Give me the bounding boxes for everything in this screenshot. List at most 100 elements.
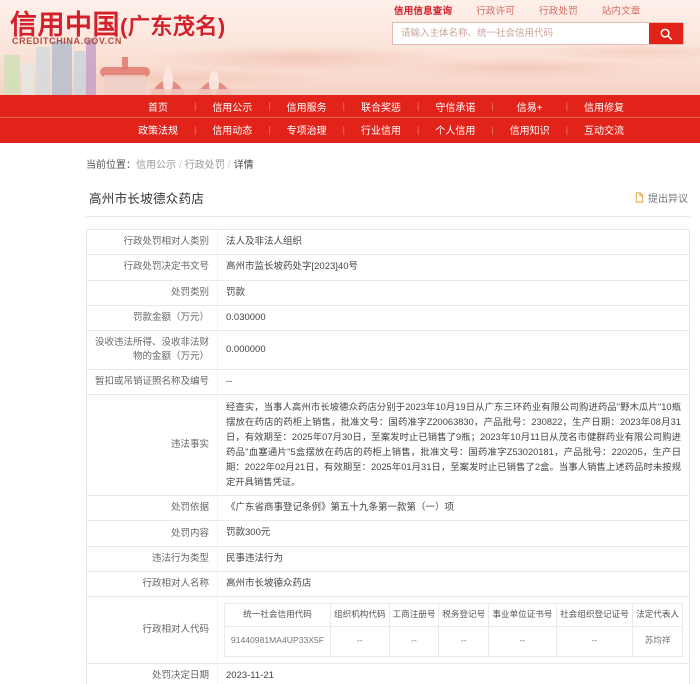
nav-divider: | (482, 125, 502, 135)
nav-divider: | (557, 101, 577, 111)
detail-value: 罚款 (217, 281, 689, 305)
nav-item-industry-credit[interactable]: 行业信用 (354, 122, 408, 137)
detail-row-penalty-basis: 处罚依据 《广东省商事登记条例》第五十九条第一款第（一）项 (87, 496, 689, 521)
detail-label: 处罚类别 (87, 281, 217, 305)
nav-divider: | (259, 101, 279, 111)
nav-divider: | (334, 101, 354, 111)
detail-label: 行政处罚决定书文号 (87, 255, 217, 279)
detail-row-fine-amount: 罚款金额（万元） 0.030000 (87, 306, 689, 331)
document-edit-icon (634, 192, 645, 203)
search-button[interactable] (649, 23, 683, 44)
detail-row-decision-date: 处罚决定日期 2023-11-21 (87, 664, 689, 684)
cell-business-registration-no: -- (389, 626, 439, 656)
main-navigation: 首页| 信用公示| 信用服务| 联合奖惩| 守信承诺| 信易+| 信用修复 政策… (0, 95, 700, 143)
nav-item-home[interactable]: 首页 (131, 99, 185, 114)
detail-label: 违法事实 (87, 395, 217, 495)
raise-objection-button[interactable]: 提出异议 (634, 190, 690, 205)
col-business-registration-no: 工商注册号 (389, 604, 439, 627)
breadcrumb-current: 详情 (234, 160, 254, 171)
nav-row-secondary: 政策法规| 信用动态| 专项治理| 行业信用| 个人信用| 信用知识| 互动交流 (0, 118, 700, 141)
cell-tax-registration-no: -- (439, 626, 489, 656)
detail-value-container: 经查实，当事人高州市长坡德众药店分别于2023年10月19日从广东三环药业有限公… (217, 395, 689, 495)
detail-row-penalty-category: 处罚类别 罚款 (87, 281, 689, 306)
nav-divider: | (185, 125, 205, 135)
detail-value: 《广东省商事登记条例》第五十九条第一款第（一）项 (217, 496, 689, 520)
nav-item-credit-promise[interactable]: 守信承诺 (428, 99, 482, 114)
breadcrumb-item-credit-publicity[interactable]: 信用公示 (136, 160, 176, 171)
detail-row-relative-category: 行政处罚相对人类别 法人及非法人组织 (87, 230, 689, 255)
penalty-detail-table: 行政处罚相对人类别 法人及非法人组织 行政处罚决定书文号 高州市监长坡药处字[2… (86, 229, 690, 684)
page-content: 当前位置：信用公示/行政处罚/详情 高州市长坡德众药店 提出异议 行政处罚相对人… (0, 143, 700, 684)
detail-value: 法人及非法人组织 (217, 230, 689, 254)
nav-divider: | (408, 101, 428, 111)
detail-value: 0.030000 (217, 306, 689, 330)
col-tax-registration-no: 税务登记号 (439, 604, 489, 627)
identity-table-container: 统一社会信用代码 组织机构代码 工商注册号 税务登记号 事业单位证书号 社会组织… (217, 597, 689, 663)
nav-item-credit-knowledge[interactable]: 信用知识 (503, 122, 557, 137)
col-unified-social-credit-code: 统一社会信用代码 (225, 604, 331, 627)
identity-table-header-row: 统一社会信用代码 组织机构代码 工商注册号 税务登记号 事业单位证书号 社会组织… (225, 604, 683, 627)
nav-item-credit-publicity[interactable]: 信用公示 (205, 99, 259, 114)
site-title-region: (广东茂名) (120, 14, 226, 39)
search-box (392, 22, 684, 45)
illegal-facts-text: 经查实，当事人高州市长坡德众药店分别于2023年10月19日从广东三环药业有限公… (226, 400, 681, 490)
nav-item-special-governance[interactable]: 专项治理 (280, 122, 334, 137)
detail-value: -- (217, 370, 689, 394)
nav-divider: | (557, 125, 577, 135)
cell-social-org-registration-no: -- (556, 626, 632, 656)
cell-organization-code: -- (330, 626, 389, 656)
search-tab-site-articles[interactable]: 站内文章 (602, 2, 641, 18)
search-tabs: 信用信息查询 行政许可 行政处罚 站内文章 (392, 2, 684, 18)
breadcrumb-item-admin-penalty[interactable]: 行政处罚 (185, 160, 225, 171)
nav-divider: | (185, 101, 205, 111)
col-legal-representative: 法定代表人 (633, 604, 683, 627)
nav-item-interaction[interactable]: 互动交流 (577, 122, 631, 137)
col-institution-certificate-no: 事业单位证书号 (489, 604, 557, 627)
breadcrumb-separator: / (176, 160, 185, 171)
search-tab-admin-penalty[interactable]: 行政处罚 (539, 2, 578, 18)
cell-institution-certificate-no: -- (489, 626, 557, 656)
identity-table-row: 91440981MA4UP33X5F -- -- -- -- -- 苏均祥 (225, 626, 683, 656)
nav-divider: | (334, 125, 354, 135)
search-tab-credit-info[interactable]: 信用信息查询 (394, 2, 452, 18)
nav-item-credit-plus[interactable]: 信易+ (503, 99, 557, 114)
cell-legal-representative: 苏均祥 (633, 626, 683, 656)
detail-label: 没收违法所得、没收非法财物的金额（万元） (87, 331, 217, 369)
nav-item-policy-regulations[interactable]: 政策法规 (131, 122, 185, 137)
detail-row-relative-codes: 行政相对人代码 统一社会信用代码 组织机构代码 工商注册号 税务登记号 事业单位… (87, 597, 689, 664)
detail-row-violation-type: 违法行为类型 民事违法行为 (87, 547, 689, 572)
nav-item-credit-repair[interactable]: 信用修复 (577, 99, 631, 114)
nav-row-primary: 首页| 信用公示| 信用服务| 联合奖惩| 守信承诺| 信易+| 信用修复 (0, 95, 700, 118)
detail-row-penalty-content: 处罚内容 罚款300元 (87, 521, 689, 546)
search-tab-admin-license[interactable]: 行政许可 (476, 2, 515, 18)
nav-item-credit-news[interactable]: 信用动态 (205, 122, 259, 137)
nav-divider: | (408, 125, 428, 135)
nav-item-joint-rewards[interactable]: 联合奖惩 (354, 99, 408, 114)
site-url: CREDITCHINA.GOV.CN (12, 36, 122, 46)
breadcrumb: 当前位置：信用公示/行政处罚/详情 (0, 143, 700, 182)
detail-value: 罚款300元 (217, 521, 689, 545)
detail-row-illegal-facts: 违法事实 经查实，当事人高州市长坡德众药店分别于2023年10月19日从广东三环… (87, 395, 689, 496)
search-input[interactable] (393, 23, 649, 44)
detail-label: 处罚内容 (87, 521, 217, 545)
search-icon (659, 27, 673, 41)
detail-row-confiscation-amount: 没收违法所得、没收非法财物的金额（万元） 0.000000 (87, 331, 689, 370)
detail-value: 高州市监长坡药处字[2023]40号 (217, 255, 689, 279)
detail-value: 高州市长坡德众药店 (217, 572, 689, 596)
detail-label: 行政处罚相对人类别 (87, 230, 217, 254)
document-title-bar: 高州市长坡德众药店 提出异议 (86, 182, 690, 217)
detail-value: 0.000000 (217, 331, 689, 369)
nav-divider: | (482, 101, 502, 111)
detail-value: 2023-11-21 (217, 664, 689, 684)
header-search-area: 信用信息查询 行政许可 行政处罚 站内文章 (392, 2, 684, 45)
detail-label: 罚款金额（万元） (87, 306, 217, 330)
detail-label: 行政相对人名称 (87, 572, 217, 596)
col-organization-code: 组织机构代码 (330, 604, 389, 627)
raise-objection-label: 提出异议 (648, 190, 688, 205)
nav-divider: | (259, 125, 279, 135)
nav-item-credit-service[interactable]: 信用服务 (280, 99, 334, 114)
detail-row-suspended-license: 暂扣或吊销证照名称及编号 -- (87, 370, 689, 395)
detail-label: 暂扣或吊销证照名称及编号 (87, 370, 217, 394)
detail-label: 行政相对人代码 (87, 597, 217, 663)
nav-item-personal-credit[interactable]: 个人信用 (428, 122, 482, 137)
